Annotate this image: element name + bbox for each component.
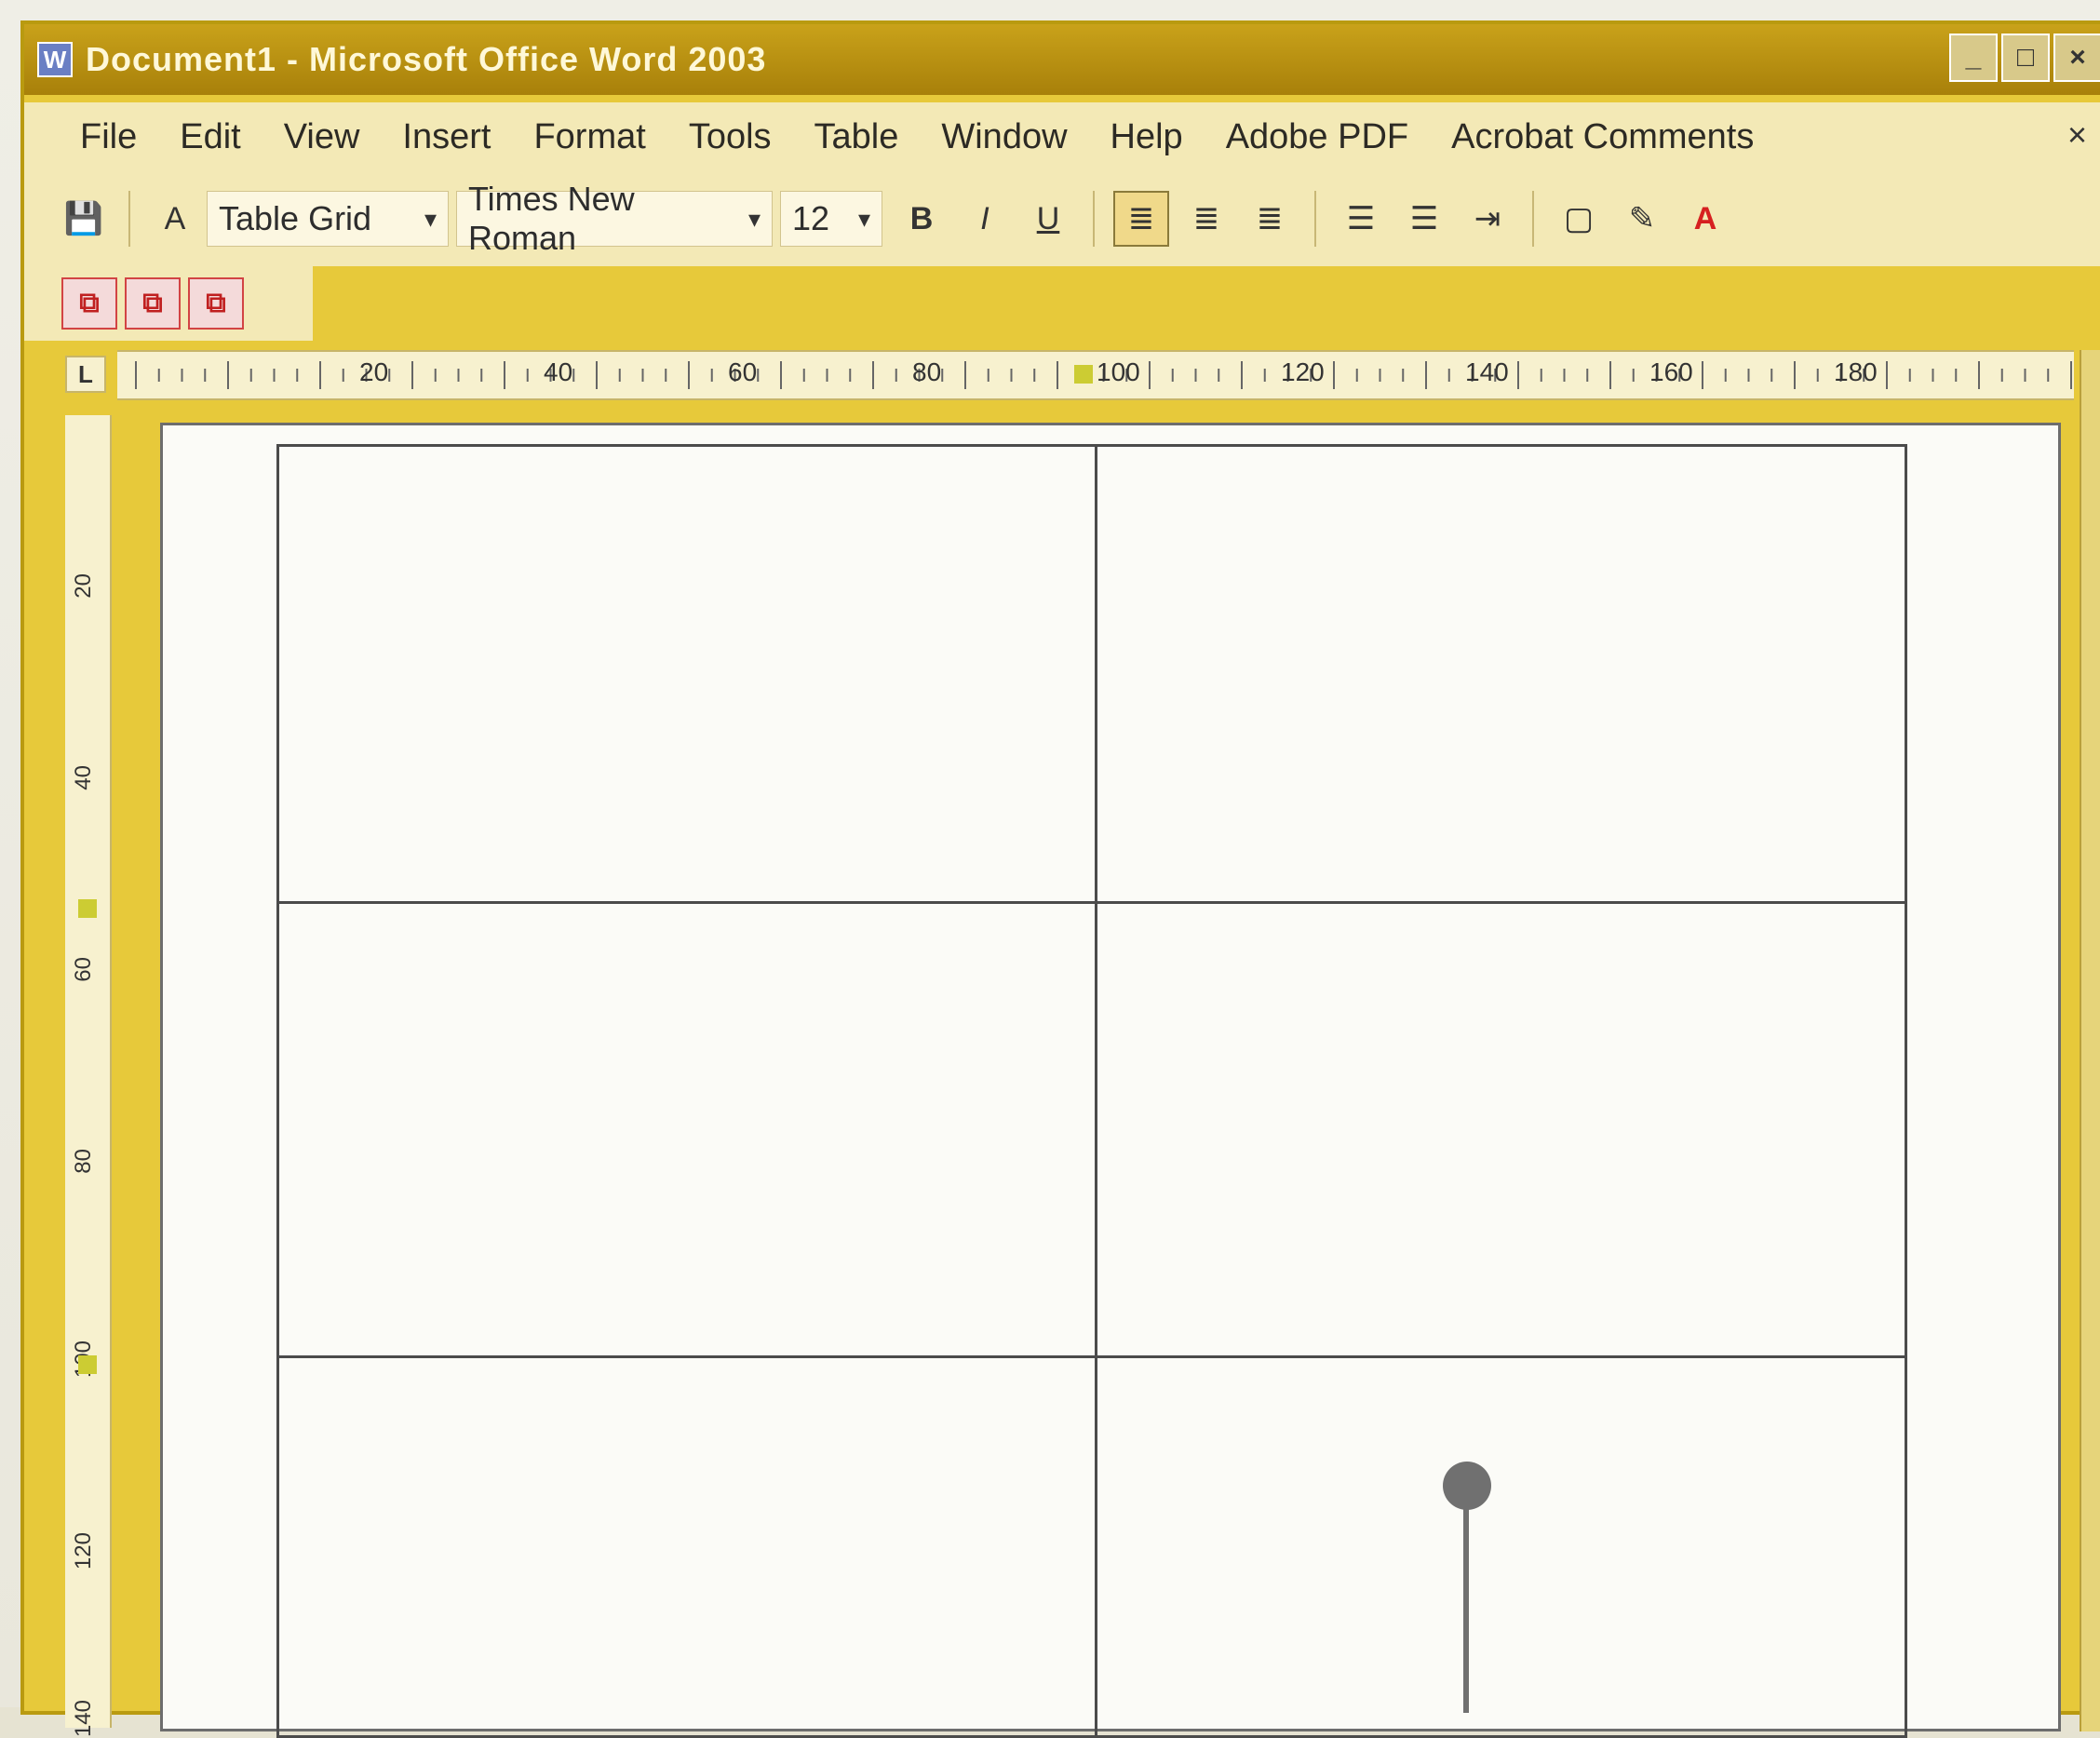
style-value: Table Grid: [219, 199, 372, 237]
menu-edit[interactable]: Edit: [180, 117, 240, 157]
chevron-down-icon[interactable]: ▾: [424, 205, 437, 234]
font-size-combo[interactable]: 12 ▾: [780, 191, 882, 247]
menu-bar: File Edit View Insert Format Tools Table…: [24, 102, 2100, 171]
toolbar-separator: [128, 191, 130, 247]
table-row-border[interactable]: [279, 901, 1905, 904]
table-row-border[interactable]: [279, 1355, 1905, 1358]
ruler-label: 140: [71, 1700, 96, 1738]
vertical-ruler: 20 40 60 80 100 120 140: [65, 415, 112, 1737]
close-document-icon[interactable]: ×: [2067, 115, 2087, 155]
align-center-icon[interactable]: ≣: [1180, 193, 1232, 245]
minimize-button[interactable]: _: [1949, 34, 1998, 82]
word-window: W Document1 - Microsoft Office Word 2003…: [20, 20, 2100, 1738]
ruler-row-marker[interactable]: [78, 1355, 97, 1374]
horizontal-ruler: 20 40 60 80 100 120 140 160 180: [117, 350, 2095, 400]
chevron-down-icon[interactable]: ▾: [748, 205, 761, 234]
ruler-label: 40: [544, 357, 573, 386]
document-page[interactable]: [160, 423, 2061, 1738]
font-size-value: 12: [792, 199, 830, 237]
pdf-convert-icon[interactable]: ⧉: [61, 277, 117, 330]
ruler-label: 40: [71, 765, 96, 790]
window-controls: _ □ ×: [1949, 34, 2100, 82]
underline-button[interactable]: U: [1022, 193, 1074, 245]
ruler-label: 160: [1649, 357, 1693, 386]
font-value: Times New Roman: [468, 180, 635, 257]
bullets-icon[interactable]: ☰: [1398, 193, 1450, 245]
ruler-label: 80: [912, 357, 942, 386]
menu-acrobat-comments[interactable]: Acrobat Comments: [1451, 117, 1754, 157]
table-resize-handle[interactable]: [1443, 1462, 1491, 1510]
menu-format[interactable]: Format: [533, 117, 645, 157]
ruler-label: 180: [1834, 357, 1878, 386]
menu-view[interactable]: View: [284, 117, 360, 157]
font-combo[interactable]: Times New Roman ▾: [456, 180, 773, 257]
menu-table[interactable]: Table: [814, 117, 899, 157]
ruler-label: 120: [1281, 357, 1325, 386]
formatting-toolbar: 💾 A Table Grid ▾ Times New Roman ▾ 12 ▾ …: [24, 171, 2100, 266]
table-grid[interactable]: [276, 444, 1907, 1738]
ruler-label: 60: [71, 957, 96, 982]
menu-window[interactable]: Window: [941, 117, 1067, 157]
ruler-label: 20: [71, 573, 96, 599]
maximize-button[interactable]: □: [2001, 34, 2050, 82]
italic-button[interactable]: I: [959, 193, 1011, 245]
ruler-label: 140: [1465, 357, 1509, 386]
pdf-toolbar: ⧉ ⧉ ⧉: [24, 266, 313, 341]
menu-file[interactable]: File: [80, 117, 137, 157]
word-document-icon: W: [37, 42, 73, 77]
ruler-label: 100: [1097, 357, 1140, 386]
numbering-icon[interactable]: ☰: [1335, 193, 1387, 245]
ruler-label: 80: [71, 1149, 96, 1174]
tab-selector[interactable]: L: [65, 356, 106, 393]
table-column-border[interactable]: [1095, 447, 1097, 1735]
toolbar-separator: [1314, 191, 1316, 247]
ruler-label: 120: [71, 1532, 96, 1570]
save-icon[interactable]: 💾: [58, 193, 110, 245]
toolbar-separator: [1093, 191, 1095, 247]
window-title: Document1 - Microsoft Office Word 2003: [86, 40, 767, 78]
style-combo[interactable]: Table Grid ▾: [207, 191, 449, 247]
bold-button[interactable]: B: [895, 193, 948, 245]
menu-adobe-pdf[interactable]: Adobe PDF: [1226, 117, 1408, 157]
toolbar-separator: [1532, 191, 1534, 247]
indent-icon[interactable]: ⇥: [1461, 193, 1514, 245]
table-resize-line: [1463, 1508, 1469, 1713]
highlight-icon[interactable]: ✎: [1616, 193, 1668, 245]
vertical-scrollbar[interactable]: [2080, 350, 2100, 1731]
ruler-row-marker[interactable]: [78, 899, 97, 918]
font-color-button[interactable]: A: [1679, 193, 1731, 245]
menu-insert[interactable]: Insert: [402, 117, 491, 157]
chevron-down-icon[interactable]: ▾: [858, 205, 870, 234]
ruler-indent-marker[interactable]: [1074, 365, 1093, 384]
align-left-icon[interactable]: ≣: [1113, 191, 1169, 247]
styles-icon[interactable]: A: [149, 193, 201, 245]
menu-tools[interactable]: Tools: [689, 117, 772, 157]
pdf-review-icon[interactable]: ⧉: [188, 277, 244, 330]
menu-help[interactable]: Help: [1111, 117, 1183, 157]
align-right-icon[interactable]: ≣: [1244, 193, 1296, 245]
ruler-label: 20: [359, 357, 389, 386]
close-button[interactable]: ×: [2053, 34, 2100, 82]
ruler-label: 60: [728, 357, 758, 386]
pdf-email-icon[interactable]: ⧉: [125, 277, 181, 330]
borders-icon[interactable]: ▢: [1553, 193, 1605, 245]
title-bar: W Document1 - Microsoft Office Word 2003…: [24, 24, 2100, 95]
